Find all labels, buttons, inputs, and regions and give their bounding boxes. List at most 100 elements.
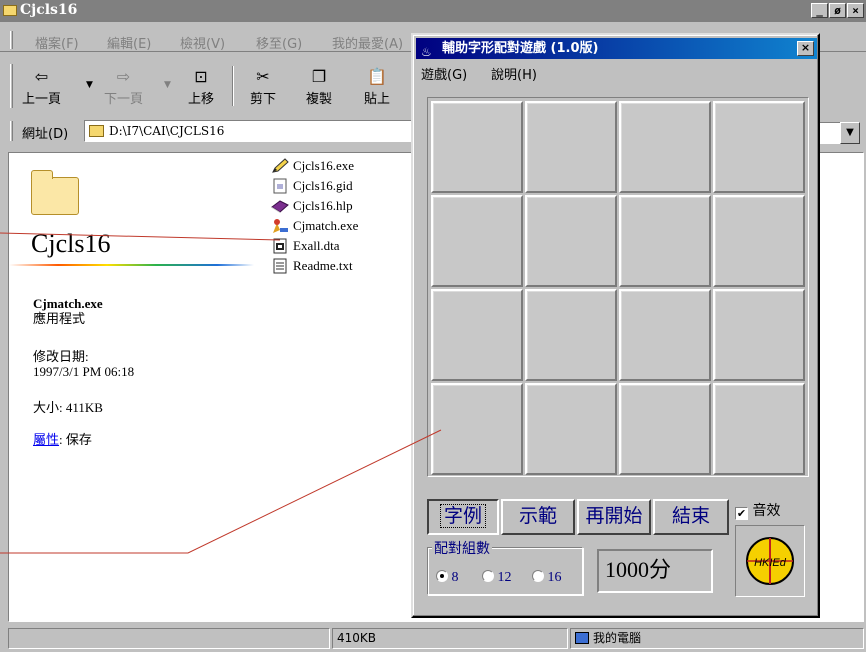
status-location-text: 我的電腦 <box>593 631 642 645</box>
menu-file[interactable]: 檔案(F) <box>35 33 79 52</box>
folder-icon <box>89 125 104 137</box>
back-arrow-icon: ⇦ <box>34 67 49 86</box>
app-icon <box>273 219 288 233</box>
up-button[interactable]: ⊡ 上移 <box>188 66 214 107</box>
file-name: Cjcls16.exe <box>293 158 355 173</box>
game-tile[interactable] <box>619 195 711 287</box>
properties-rest: : 保存 <box>59 432 92 447</box>
forward-arrow-icon: ⇨ <box>116 67 131 86</box>
game-tile[interactable] <box>713 383 805 475</box>
pair-count-label: 配對組數 <box>432 538 492 558</box>
game-tile[interactable] <box>431 101 523 193</box>
menu-view[interactable]: 檢視(V) <box>180 33 225 52</box>
address-input-end[interactable] <box>817 122 841 144</box>
minimize-button[interactable]: _ <box>811 3 828 18</box>
chevron-down-icon: ▼ <box>846 127 854 138</box>
example-button[interactable]: 字例 <box>427 499 499 535</box>
close-button[interactable]: × <box>847 3 864 18</box>
end-button[interactable]: 結束 <box>653 499 729 535</box>
help-book-icon <box>271 200 289 213</box>
game-tile[interactable] <box>525 383 617 475</box>
menu-go[interactable]: 移至(G) <box>256 33 302 52</box>
file-name: Cjmatch.exe <box>293 218 359 233</box>
game-tile[interactable] <box>525 101 617 193</box>
cut-button[interactable]: ✂ 剪下 <box>250 66 276 107</box>
modified-label: 修改日期: <box>33 349 89 364</box>
folder-icon <box>3 5 17 16</box>
file-name: Exall.dta <box>293 238 340 253</box>
document-icon <box>273 178 287 194</box>
sound-label: 音效 <box>752 503 781 519</box>
game-tile[interactable] <box>713 195 805 287</box>
sound-toggle[interactable]: ✔ 音效 <box>735 500 780 520</box>
back-button[interactable]: ⇦ 上一頁 <box>22 66 61 107</box>
game-tile[interactable] <box>619 289 711 381</box>
address-value: D:\I7\CAI\CJCLS16 <box>109 124 225 138</box>
folder-title: Cjcls16 <box>31 229 111 258</box>
pair-radio-16[interactable]: 16 <box>532 570 562 586</box>
copy-button[interactable]: ❐ 複製 <box>306 66 332 107</box>
game-tile[interactable] <box>713 289 805 381</box>
pair-radio-12[interactable]: 12 <box>482 570 512 586</box>
address-input[interactable]: D:\I7\CAI\CJCLS16 <box>84 120 414 142</box>
menu-edit[interactable]: 編輯(E) <box>107 33 151 52</box>
modified-info: 修改日期: 1997/3/1 PM 06:18 <box>33 349 134 379</box>
menu-game[interactable]: 遊戲(G) <box>421 64 467 83</box>
logo-frame: HKIEd <box>735 525 805 597</box>
dialog-title: 輔助字形配對遊戲 (1.0版) <box>442 41 599 56</box>
dialog-close-button[interactable]: × <box>797 41 814 56</box>
close-icon: × <box>800 41 811 54</box>
sound-checkbox[interactable]: ✔ <box>735 507 748 520</box>
file-name: Cjcls16.hlp <box>293 198 353 213</box>
explorer-titlebar[interactable]: Cjcls16 _ ø × <box>0 0 866 22</box>
forward-button[interactable]: ⇨ 下一頁 <box>104 66 143 107</box>
address-label: 網址(D) <box>22 127 69 142</box>
logo-text: HKIEd <box>754 557 787 569</box>
addressbar-grip[interactable] <box>10 121 13 141</box>
modified-value: 1997/3/1 PM 06:18 <box>33 364 135 379</box>
status-pane-main <box>8 628 330 649</box>
text-file-icon <box>273 258 287 274</box>
pair-radio-8[interactable]: 8 <box>436 570 459 586</box>
address-dropdown-button[interactable]: ▼ <box>840 122 860 144</box>
radio-selected-icon <box>436 570 448 582</box>
file-name: Cjcls16.gid <box>293 178 353 193</box>
game-tile[interactable] <box>619 101 711 193</box>
game-tile[interactable] <box>525 289 617 381</box>
menu-help[interactable]: 說明(H) <box>491 64 537 83</box>
rainbow-divider <box>9 264 254 266</box>
game-icon: ♨ <box>421 45 432 59</box>
menu-favorites[interactable]: 我的最愛(A) <box>332 33 403 52</box>
back-dropdown-icon[interactable]: ▼ <box>86 80 93 90</box>
copy-icon: ❐ <box>311 67 327 86</box>
game-tile[interactable] <box>619 383 711 475</box>
properties-info: 屬性: 保存 <box>33 432 92 447</box>
game-tile[interactable] <box>431 195 523 287</box>
paste-button[interactable]: 📋 貼上 <box>364 66 390 107</box>
maximize-button[interactable]: ø <box>829 3 846 18</box>
properties-link[interactable]: 屬性 <box>33 432 59 447</box>
dialog-titlebar[interactable]: ♨ 輔助字形配對遊戲 (1.0版) × <box>416 38 817 59</box>
status-bar: 410KB 我的電腦 <box>8 628 864 650</box>
pencil-icon <box>272 158 289 173</box>
up-folder-icon: ⊡ <box>194 67 208 86</box>
computer-icon <box>575 632 589 644</box>
game-tile[interactable] <box>713 101 805 193</box>
game-tile[interactable] <box>525 195 617 287</box>
status-pane-location: 我的電腦 <box>570 628 864 649</box>
game-tile[interactable] <box>431 383 523 475</box>
restart-button[interactable]: 再開始 <box>577 499 651 535</box>
radio-icon <box>532 570 544 582</box>
data-file-icon <box>273 238 287 254</box>
radio-icon <box>482 570 494 582</box>
toolbar-separator <box>232 66 234 106</box>
forward-dropdown-icon[interactable]: ▼ <box>164 80 171 90</box>
file-name: Readme.txt <box>293 258 353 273</box>
scissors-icon: ✂ <box>256 67 270 86</box>
large-folder-icon <box>31 170 79 215</box>
game-tile[interactable] <box>431 289 523 381</box>
menubar-grip[interactable] <box>10 31 13 49</box>
toolbar-grip[interactable] <box>10 64 13 108</box>
demo-button[interactable]: 示範 <box>501 499 575 535</box>
tile-board <box>427 97 809 477</box>
